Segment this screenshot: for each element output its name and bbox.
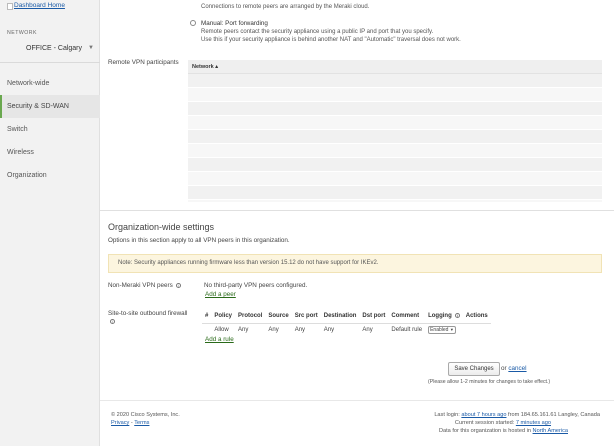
manual-port-forwarding-radio[interactable]: [190, 20, 196, 26]
table-row[interactable]: [188, 158, 602, 172]
rule-src-port: Any: [294, 326, 306, 333]
rule-num: [202, 323, 211, 336]
rule-comment: Default rule: [391, 326, 423, 333]
session-link[interactable]: 7 minutes ago: [516, 420, 551, 426]
org-settings-title: Organization-wide settings: [108, 222, 215, 232]
cloud-nat-description: Connections to remote peers are arranged…: [201, 4, 370, 10]
privacy-link[interactable]: Privacy: [111, 420, 129, 426]
info-icon[interactable]: i: [175, 282, 181, 288]
add-peer-link[interactable]: Add a peer: [205, 291, 236, 298]
col-num: #: [202, 310, 212, 324]
main-content: Connections to remote peers are arranged…: [100, 0, 614, 446]
col-protocol: Protocol: [235, 310, 266, 324]
north-america-link[interactable]: North America: [533, 428, 568, 434]
terms-link[interactable]: Terms: [134, 420, 149, 426]
add-rule-link[interactable]: Add a rule: [205, 336, 234, 343]
rule-destination: Any: [323, 326, 335, 333]
or-text: or: [501, 365, 507, 372]
rule-logging: Enabled ▼: [425, 323, 463, 336]
non-meraki-label: Non-Meraki VPN peers: [108, 282, 173, 289]
remote-vpn-label: Remote VPN participants: [108, 59, 179, 66]
footer-divider: [100, 400, 614, 401]
logging-select[interactable]: Enabled ▼: [428, 325, 456, 334]
info-icon[interactable]: i: [110, 319, 115, 324]
network-selector[interactable]: OFFICE - Calgary ▼: [0, 40, 100, 57]
section-divider: [100, 210, 614, 211]
chevron-down-icon: ▼: [449, 327, 454, 332]
non-meraki-label-row: Non-Meraki VPN peers i: [108, 282, 181, 289]
table-row[interactable]: [188, 186, 602, 200]
dashboard-home-logo[interactable]: Dashboard Home: [7, 2, 65, 10]
col-src-port: Src port: [291, 310, 321, 324]
save-note: (Please allow 1-2 minutes for changes to…: [428, 379, 551, 385]
rule-source: Any: [268, 326, 279, 333]
table-row[interactable]: [188, 172, 602, 186]
copyright: © 2020 Cisco Systems, Inc.: [111, 412, 180, 418]
network-label: NETWORK: [7, 30, 38, 36]
col-destination: Destination: [320, 310, 360, 324]
broken-image-icon: [7, 3, 13, 10]
rule-protocol: Any: [238, 326, 249, 333]
session-started: Current session started: 7 minutes ago: [454, 420, 551, 426]
sidebar-item-network-wide[interactable]: Network-wide: [0, 72, 100, 95]
rule-policy: Allow: [214, 326, 229, 333]
table-row[interactable]: [188, 116, 602, 130]
table-row[interactable]: [188, 144, 602, 158]
non-meraki-status: No third-party VPN peers configured.: [204, 282, 308, 289]
rule-dst-port: Any: [362, 326, 373, 333]
sidebar-nav: Network-wide Security & SD-WAN Switch Wi…: [0, 72, 100, 187]
info-icon[interactable]: i: [454, 313, 460, 319]
col-dst-port: Dst port: [359, 310, 389, 324]
save-changes-button[interactable]: Save Changes: [448, 362, 500, 376]
sidebar-item-organization[interactable]: Organization: [0, 164, 100, 187]
last-login-link[interactable]: about 7 hours ago: [461, 412, 506, 418]
table-row[interactable]: [188, 74, 602, 88]
network-column-header[interactable]: Network ▴: [188, 60, 602, 74]
col-comment: Comment: [388, 310, 426, 324]
firewall-header-row: # Policy Protocol Source Src port Destin…: [202, 310, 491, 324]
sidebar-divider: [0, 62, 100, 63]
table-row: Allow Any Any Any Any Any Default rule E…: [202, 323, 491, 336]
dashboard-home-link[interactable]: Dashboard Home: [14, 2, 65, 9]
network-name: OFFICE - Calgary: [26, 45, 83, 52]
sidebar: Dashboard Home NETWORK OFFICE - Calgary …: [0, 0, 100, 446]
save-or-row: or cancel: [501, 365, 527, 372]
org-settings-desc: Options in this section apply to all VPN…: [108, 237, 290, 244]
table-row[interactable]: [188, 130, 602, 144]
sidebar-item-security-sdwan[interactable]: Security & SD-WAN: [0, 95, 100, 118]
manual-port-forwarding-label: Manual: Port forwarding: [201, 20, 268, 27]
hosted-region: Data for this organization is hosted in …: [438, 428, 568, 434]
col-logging: Logging i: [425, 310, 463, 324]
table-row[interactable]: [188, 102, 602, 116]
table-row[interactable]: [188, 88, 602, 102]
cancel-link[interactable]: cancel: [508, 365, 526, 372]
ikev2-note: Note: Security appliances running firmwa…: [108, 254, 602, 273]
col-policy: Policy: [211, 310, 236, 324]
manual-desc-line1: Remote peers contact the security applia…: [201, 29, 434, 35]
firewall-table: # Policy Protocol Source Src port Destin…: [202, 310, 491, 336]
footer-links: Privacy - Terms: [111, 420, 150, 426]
firewall-label: Site-to-site outbound firewall: [108, 310, 188, 317]
last-login: Last login: about 7 hours ago from 184.6…: [434, 412, 600, 418]
col-actions: Actions: [462, 310, 491, 324]
chevron-down-icon: ▼: [88, 45, 94, 51]
manual-desc-line2: Use this if your security appliance is b…: [201, 37, 461, 43]
col-source: Source: [265, 310, 292, 324]
sidebar-item-switch[interactable]: Switch: [0, 118, 100, 141]
remote-vpn-table: Network ▴: [188, 60, 602, 202]
sidebar-item-wireless[interactable]: Wireless: [0, 141, 100, 164]
rule-actions: [463, 323, 491, 336]
